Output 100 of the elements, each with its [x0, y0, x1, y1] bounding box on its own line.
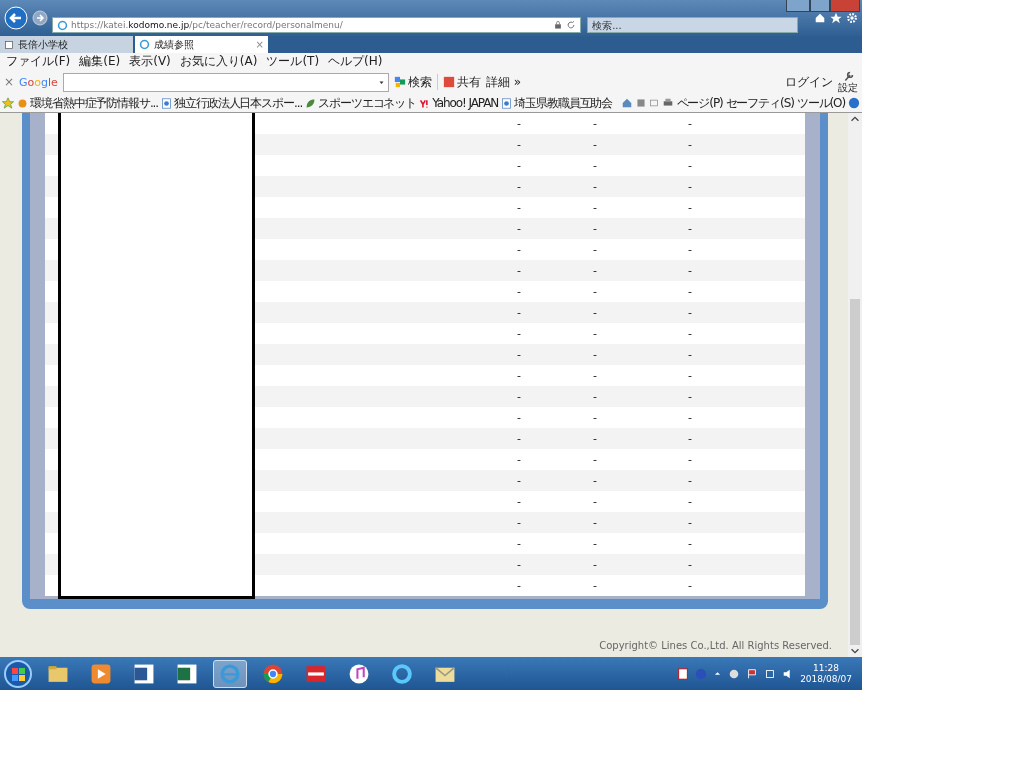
table-cell-text: - — [592, 474, 598, 487]
back-button[interactable] — [4, 6, 28, 30]
star-icon[interactable] — [830, 12, 842, 24]
menu-item[interactable]: ヘルプ(H) — [328, 53, 383, 70]
page-icon[interactable] — [4, 39, 14, 50]
menu-item[interactable]: 表示(V) — [129, 53, 171, 70]
clock-time[interactable]: 11:28 — [813, 662, 840, 674]
document-icon[interactable] — [133, 662, 155, 685]
table-cell-text: - — [592, 537, 598, 550]
favorites-star-icon[interactable] — [2, 97, 14, 109]
google-search-field[interactable] — [62, 72, 389, 92]
table-cell-text: - — [687, 369, 693, 382]
browser-icon[interactable] — [139, 39, 150, 50]
menu-item[interactable]: ツール(T) — [266, 53, 320, 70]
settings-icon[interactable] — [846, 12, 858, 24]
command-menu[interactable]: セーフティ(S) — [725, 94, 794, 112]
search-field[interactable]: 検索... — [587, 17, 799, 33]
chrome-icon[interactable] — [262, 662, 284, 685]
browser-icon[interactable] — [57, 19, 68, 31]
table-cell-text: - — [592, 180, 598, 193]
scrollbar-thumb[interactable] — [850, 299, 860, 645]
colored-squares-icon[interactable] — [393, 76, 406, 88]
tab-close-button[interactable]: × — [255, 39, 264, 50]
table-cell-text: - — [592, 516, 598, 529]
table-cell-text: - — [687, 222, 693, 235]
table-cell-text: - — [516, 516, 522, 529]
table-cell-text: - — [687, 432, 693, 445]
table-cell-text: - — [516, 201, 522, 214]
wrench-icon[interactable] — [842, 71, 854, 82]
forward-button[interactable] — [32, 10, 48, 26]
browser-tab[interactable]: 成績参照 × — [135, 36, 268, 53]
table-cell-text: - — [592, 453, 598, 466]
table-cell-text: - — [516, 390, 522, 403]
favorite-link[interactable]: スポーツエコネット — [318, 94, 417, 112]
command-menu[interactable]: ツール(O) — [796, 94, 845, 112]
page-icon[interactable] — [161, 97, 173, 109]
spreadsheet-icon[interactable] — [176, 662, 198, 685]
table-cell-text: - — [592, 369, 598, 382]
home-icon[interactable] — [814, 12, 826, 24]
more-button[interactable]: 詳細 » — [485, 73, 522, 91]
settings-button[interactable]: 設定 — [838, 82, 858, 93]
table-cell-text: - — [592, 285, 598, 298]
table-cell-text: - — [516, 117, 522, 130]
favorite-link[interactable]: Yahoo! JAPAN — [432, 96, 499, 110]
table-cell-text: - — [687, 138, 693, 151]
play-icon[interactable] — [90, 662, 112, 685]
table-cell-text: - — [687, 327, 693, 340]
favorite-link[interactable]: 環境省熱中症予防情報サ... — [30, 94, 159, 112]
toolbar-close-button[interactable]: × — [4, 75, 15, 89]
table-cell-text: - — [687, 516, 693, 529]
table-cell-text: - — [687, 411, 693, 424]
table-cell-text: - — [516, 159, 522, 172]
restore-button[interactable] — [810, 0, 830, 12]
table-cell-text: - — [687, 474, 693, 487]
flag-icon[interactable] — [746, 667, 759, 680]
table-cell-text: - — [687, 201, 693, 214]
minimize-button[interactable] — [786, 0, 810, 12]
table-cell-text: - — [687, 558, 693, 571]
page-icon[interactable] — [501, 97, 513, 109]
menu-item[interactable]: 編集(E) — [79, 53, 121, 70]
start-button[interactable] — [4, 659, 32, 688]
clock-date[interactable]: 2018/08/07 — [800, 673, 852, 685]
table-cell-text: - — [592, 432, 598, 445]
menu-item[interactable]: お気に入り(A) — [179, 53, 258, 70]
table-cell-text: - — [516, 558, 522, 571]
printer-icon[interactable] — [661, 97, 674, 109]
table-cell-text: - — [687, 243, 693, 256]
table-cell-text: - — [516, 432, 522, 445]
table-cell-text: - — [516, 369, 522, 382]
table-cell-text: - — [687, 159, 693, 172]
login-link[interactable]: ログイン — [785, 73, 833, 91]
command-menu[interactable]: ページ(P) — [676, 94, 723, 112]
yahoo-icon[interactable] — [419, 97, 431, 109]
share-button[interactable]: 共有 — [456, 73, 481, 91]
taskbar-app[interactable] — [213, 659, 247, 688]
table-cell-text: - — [592, 159, 598, 172]
table-cell-text: - — [687, 348, 693, 361]
table-cell-text: - — [592, 222, 598, 235]
table-cell-text: - — [516, 453, 522, 466]
refresh-icon[interactable] — [566, 20, 577, 30]
scrollbar[interactable] — [848, 113, 862, 657]
table-cell-text: - — [516, 264, 522, 277]
url-text: https://katei.kodomo.ne.jp/pc/teacher/record/personalmenu/ — [71, 20, 343, 30]
google-plus-icon[interactable] — [442, 76, 455, 88]
lock-icon[interactable] — [553, 20, 564, 30]
table-cell-text: - — [516, 495, 522, 508]
search-button[interactable]: 検索 — [407, 73, 432, 91]
browser-tab[interactable]: 長倍小学校 — [0, 36, 133, 53]
table-cell-text: - — [516, 474, 522, 487]
show-hidden-icon[interactable] — [713, 669, 723, 678]
menu-item[interactable]: ファイル(F) — [6, 53, 71, 70]
table-cell-text: - — [687, 306, 693, 319]
leaf-icon[interactable] — [305, 97, 317, 109]
table-cell-text: - — [687, 264, 693, 277]
home-icon[interactable] — [620, 97, 633, 109]
favorite-link[interactable]: 埼玉県教職員互助会 — [514, 94, 613, 112]
google-logo: Google — [19, 75, 58, 89]
favorite-link[interactable]: 独立行政法人日本スポー... — [174, 94, 303, 112]
table-cell-text: - — [516, 327, 522, 340]
address-bar[interactable]: https://katei.kodomo.ne.jp/pc/teacher/record/personalmenu/ — [52, 17, 582, 33]
